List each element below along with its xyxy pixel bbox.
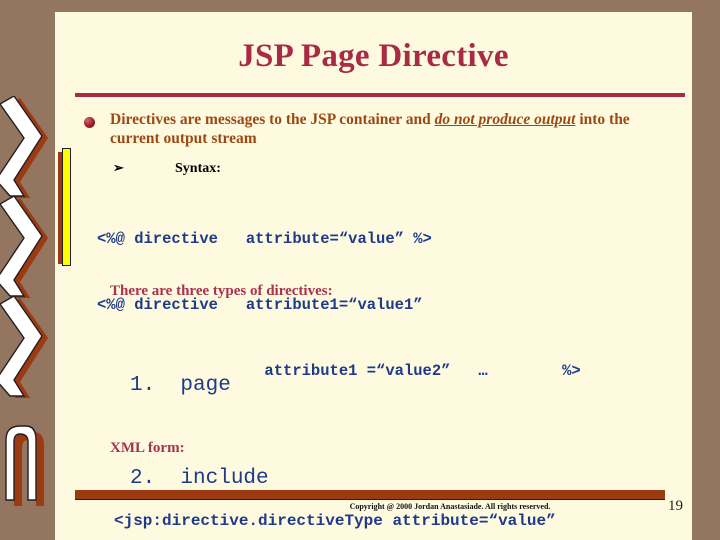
chevron-motif-1 <box>0 96 52 206</box>
code-line: <%@ directive attribute=“value” %> <box>97 230 432 248</box>
bullet-text: Directives are messages to the JSP conta… <box>110 110 674 148</box>
code-line: <jsp:directive.directiveType attribute=“… <box>114 512 556 530</box>
arch-motif <box>0 420 52 510</box>
round-bullet-icon <box>84 117 95 128</box>
syntax-label: Syntax: <box>175 161 221 176</box>
chevron-motif-2 <box>0 196 52 306</box>
page-title: JSP Page Directive <box>238 38 509 74</box>
types-heading: There are three types of directives: <box>110 283 333 299</box>
xml-code-block: <jsp:directive.directiveType attribute=“… <box>114 461 556 540</box>
bullet-text-emphasis: do not produce output <box>434 111 576 128</box>
marker-bar <box>62 148 71 266</box>
bullet-text-part1: Directives are messages to the JSP conta… <box>110 111 435 128</box>
chevron-motif-3 <box>0 296 52 406</box>
left-decorative-band <box>0 0 55 540</box>
syntax-subitem: ➢ Syntax: <box>113 160 533 177</box>
arrow-bullet-icon: ➢ <box>113 160 124 175</box>
slide-number: 19 <box>668 498 683 514</box>
slide-canvas: JSP Page Directive Directives are messag… <box>0 0 720 540</box>
bullet-item: Directives are messages to the JSP conta… <box>84 110 674 148</box>
xml-form-heading: XML form: <box>110 440 185 456</box>
title-divider <box>75 93 685 97</box>
list-item: 1. page <box>130 374 231 397</box>
